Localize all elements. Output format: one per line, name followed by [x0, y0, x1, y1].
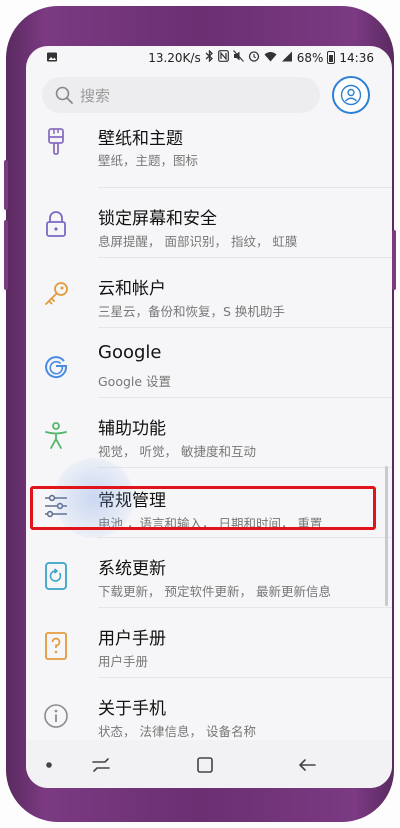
battery-percent: 68% [296, 50, 324, 65]
item-title: Google [98, 342, 162, 363]
wifi-icon [264, 51, 277, 65]
mute-icon [232, 50, 244, 65]
alarm-icon [248, 50, 260, 65]
recent-apps-icon[interactable] [88, 752, 114, 778]
item-title: 锁定屏幕和安全 [98, 209, 217, 229]
item-title: 壁纸和主题 [98, 129, 183, 149]
info-icon [40, 700, 72, 732]
item-subtitle: 壁纸，主题，图标 [98, 153, 199, 168]
signal-icon [281, 51, 293, 65]
item-subtitle: 三星云，备份和恢复，S 换机助手 [98, 304, 285, 319]
settings-item-google[interactable]: Google Google 设置 [26, 328, 392, 398]
nav-dot-icon[interactable] [36, 752, 62, 778]
item-subtitle: 用户手册 [98, 654, 149, 669]
scrollbar[interactable] [385, 466, 388, 606]
item-subtitle: 状态， 法律信息， 设备名称 [98, 724, 256, 739]
back-icon[interactable] [294, 752, 320, 778]
status-bar: 13.20K/s 68% 14:36 [26, 46, 392, 70]
search-row: 搜索 [26, 74, 392, 118]
settings-item-accessibility[interactable]: 辅助功能 视觉， 听觉， 敏捷度和互动 [26, 398, 392, 468]
settings-item-about-phone[interactable]: 关于手机 状态， 法律信息， 设备名称 [26, 678, 392, 748]
settings-item-system-update[interactable]: 系统更新 下载更新， 预定软件更新， 最新更新信息 [26, 538, 392, 608]
screen: 13.20K/s 68% 14:36 搜索 壁纸和主题 壁纸，主题，图标 锁定屏… [26, 46, 392, 788]
home-button-icon[interactable] [192, 752, 218, 778]
item-subtitle: 视觉， 听觉， 敏捷度和互动 [98, 444, 256, 459]
search-input[interactable]: 搜索 [42, 77, 320, 113]
status-indicators: 13.20K/s 68% 14:36 [148, 49, 374, 65]
lock-icon [40, 208, 72, 240]
clock: 14:36 [339, 50, 374, 65]
battery-icon [327, 51, 336, 64]
item-title: 辅助功能 [98, 419, 166, 439]
network-speed: 13.20K/s [148, 50, 201, 65]
phone-frame: 13.20K/s 68% 14:36 搜索 壁纸和主题 壁纸，主题，图标 锁定屏… [6, 6, 394, 822]
item-subtitle: 息屏提醒， 面部识别， 指纹， 虹膜 [98, 234, 298, 249]
account-button[interactable] [332, 76, 370, 114]
navigation-bar [26, 740, 392, 788]
image-notification-icon [46, 51, 58, 66]
settings-item-user-manual[interactable]: 用户手册 用户手册 [26, 608, 392, 678]
user-manual-icon [40, 630, 72, 662]
search-icon [55, 86, 73, 104]
bixby-button [4, 220, 8, 290]
system-update-icon [40, 560, 72, 592]
search-placeholder: 搜索 [80, 86, 111, 105]
item-subtitle: 下载更新， 预定软件更新， 最新更新信息 [98, 584, 331, 599]
settings-item-wallpaper-themes[interactable]: 壁纸和主题 壁纸，主题，图标 [26, 118, 392, 188]
item-title: 用户手册 [98, 629, 166, 649]
highlight-box [30, 486, 376, 530]
bluetooth-icon [205, 49, 214, 65]
settings-item-cloud-accounts[interactable]: 云和帐户 三星云，备份和恢复，S 换机助手 [26, 258, 392, 328]
power-button [392, 230, 396, 290]
item-title: 系统更新 [98, 559, 166, 579]
key-icon [40, 278, 72, 310]
person-icon [340, 84, 362, 106]
nfc-icon [217, 50, 229, 65]
accessibility-icon [40, 420, 72, 452]
item-title: 关于手机 [98, 699, 166, 719]
item-subtitle: Google 设置 [98, 374, 172, 389]
volume-button [4, 160, 8, 210]
item-title: 云和帐户 [98, 279, 166, 299]
google-icon [40, 350, 72, 382]
settings-item-lock-screen-security[interactable]: 锁定屏幕和安全 息屏提醒， 面部识别， 指纹， 虹膜 [26, 188, 392, 258]
stage: 13.20K/s 68% 14:36 搜索 壁纸和主题 壁纸，主题，图标 锁定屏… [0, 0, 400, 828]
paintbrush-icon [40, 126, 72, 158]
